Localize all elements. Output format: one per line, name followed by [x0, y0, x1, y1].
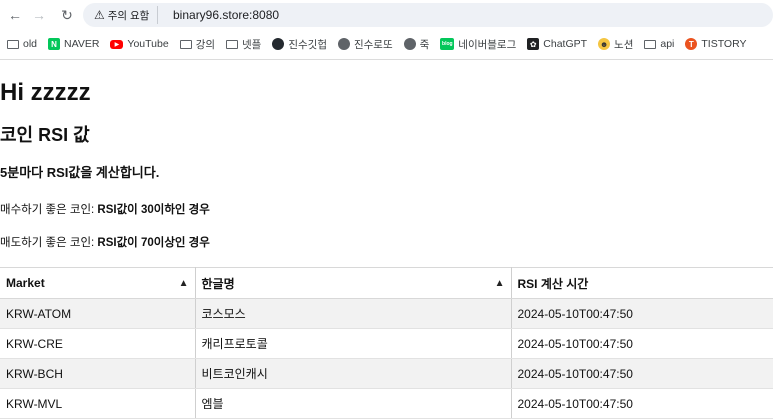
sort-icon[interactable]: ▲︎ [179, 278, 189, 289]
buy-rule: 매수하기 좋은 코인: RSI값이 30이하인 경우 [0, 202, 210, 218]
table-row[interactable]: KRW-ATOM 코스모스 2024-05-10T00:47:50 [0, 298, 773, 329]
cell-rsi-time: 2024-05-10T00:47:50 [511, 298, 773, 329]
back-arrow-icon[interactable]: ← [5, 5, 25, 25]
bookmark-label: YouTube [127, 38, 169, 50]
bookmark-old[interactable]: old [7, 34, 37, 54]
globe-icon [403, 38, 416, 50]
cell-market: KRW-MVL [0, 388, 196, 419]
bookmark-label: ChatGPT [543, 38, 588, 50]
greeting-heading: Hi zzzzz [0, 79, 91, 106]
bookmark-tistory[interactable]: T TISTORY [685, 34, 747, 54]
bookmark-naver[interactable]: N NAVER [48, 34, 99, 54]
bookmark-label: 진수깃헙 [288, 38, 327, 51]
sort-icon[interactable]: ▲︎ [495, 278, 505, 289]
bookmark-lotto[interactable]: 진수로또 [337, 34, 393, 54]
folder-icon [226, 39, 239, 49]
bookmark-label: 강의 [195, 38, 216, 51]
cell-korean-name: 코스모스 [195, 298, 512, 329]
globe-icon [337, 38, 350, 50]
column-header-rsi-time[interactable]: RSI 계산 시간 [511, 267, 773, 299]
table-row[interactable]: KRW-CRE 캐리프로토콜 2024-05-10T00:47:50 [0, 328, 773, 359]
column-label: RSI 계산 시간 [517, 276, 589, 291]
page-subtitle: 코인 RSI 값 [0, 125, 90, 145]
blog-icon: blog [440, 38, 455, 50]
security-warning-chip[interactable]: ⚠ 주의 요함 [92, 6, 159, 24]
column-header-market[interactable]: Market ▲︎ [0, 267, 196, 299]
url-text[interactable]: binary96.store:8080 [173, 7, 279, 23]
description: 5분마다 RSI값을 계산합니다. [0, 165, 160, 180]
bookmark-label: TISTORY [701, 38, 747, 50]
bookmark-api[interactable]: api [644, 34, 674, 54]
cell-market: KRW-ATOM [0, 298, 196, 329]
folder-icon [644, 39, 657, 49]
notion-icon: ☻ [598, 38, 611, 50]
reload-icon[interactable]: ↻ [57, 5, 77, 25]
bookmark-label: NAVER [64, 38, 100, 50]
bookmark-lecture[interactable]: 강의 [179, 34, 216, 54]
page-content: Hi zzzzz 코인 RSI 값 5분마다 RSI값을 계산합니다. 매수하기… [0, 60, 773, 420]
folder-icon [179, 39, 192, 49]
address-bar[interactable]: ⚠ 주의 요함 binary96.store:8080 [83, 3, 773, 27]
bookmark-chatgpt[interactable]: ✿ ChatGPT [527, 34, 587, 54]
bookmark-label: 넷플 [242, 38, 262, 51]
sell-rule-prefix: 매도하기 좋은 코인: [0, 237, 98, 249]
forward-arrow-icon[interactable]: → [29, 5, 49, 25]
cell-korean-name: 비트코인캐시 [195, 358, 512, 389]
table-row[interactable]: KRW-MVL 엠블 2024-05-10T00:47:50 [0, 388, 773, 419]
tistory-icon: T [685, 38, 698, 50]
cell-korean-name: 엠블 [195, 388, 512, 419]
buy-rule-highlight: RSI값이 30이하인 경우 [97, 204, 210, 216]
bookmark-label: 죽 [419, 38, 430, 51]
youtube-icon: ▶ [110, 39, 124, 49]
cell-market: KRW-CRE [0, 328, 196, 359]
bookmark-netflix[interactable]: 넷플 [226, 34, 261, 54]
cell-rsi-time: 2024-05-10T00:47:50 [511, 388, 773, 419]
bookmark-label: api [660, 38, 675, 50]
bookmark-label: 네이버블로그 [458, 38, 517, 51]
column-header-korean-name[interactable]: 한글명 ▲︎ [195, 267, 512, 299]
table-row[interactable]: KRW-BCH 비트코인캐시 2024-05-10T00:47:50 [0, 358, 773, 389]
bookmark-naver-blog[interactable]: blog 네이버블로그 [440, 34, 516, 54]
rsi-table: Market ▲︎ 한글명 ▲︎ RSI 계산 시간 KRW-ATOM 코스모스… [0, 267, 773, 419]
folder-icon [7, 39, 19, 49]
cell-rsi-time: 2024-05-10T00:47:50 [511, 358, 773, 389]
chatgpt-icon: ✿ [527, 38, 540, 50]
warning-triangle-icon: ⚠ [94, 8, 105, 22]
buy-rule-prefix: 매수하기 좋은 코인: [0, 204, 98, 216]
sell-rule: 매도하기 좋은 코인: RSI값이 70이상인 경우 [0, 235, 210, 251]
cell-market: KRW-BCH [0, 358, 196, 389]
bookmark-label: 진수로또 [353, 38, 393, 51]
bookmark-juk[interactable]: 죽 [403, 34, 430, 54]
cell-rsi-time: 2024-05-10T00:47:50 [511, 328, 773, 359]
bookmarks-bar: old N NAVER ▶ YouTube 강의 넷플 진수깃헙 진수로또 죽 [0, 33, 773, 55]
browser-chrome: ← → ↻ ⚠ 주의 요함 binary96.store:8080 old N … [0, 0, 773, 60]
bookmark-github[interactable]: 진수깃헙 [272, 34, 327, 54]
cell-korean-name: 캐리프로토콜 [195, 328, 512, 359]
sell-rule-highlight: RSI값이 70이상인 경우 [97, 237, 210, 249]
bookmark-youtube[interactable]: ▶ YouTube [110, 34, 169, 54]
security-warning-label: 주의 요함 [107, 9, 150, 22]
table-header-row: Market ▲︎ 한글명 ▲︎ RSI 계산 시간 [0, 267, 773, 299]
bookmark-notion[interactable]: ☻ 노션 [598, 34, 633, 54]
github-icon [272, 38, 285, 50]
bookmark-label: old [23, 38, 38, 50]
column-label: Market [6, 276, 45, 290]
naver-icon: N [48, 38, 61, 50]
bookmark-label: 노션 [614, 38, 634, 51]
column-label: 한글명 [201, 276, 235, 291]
